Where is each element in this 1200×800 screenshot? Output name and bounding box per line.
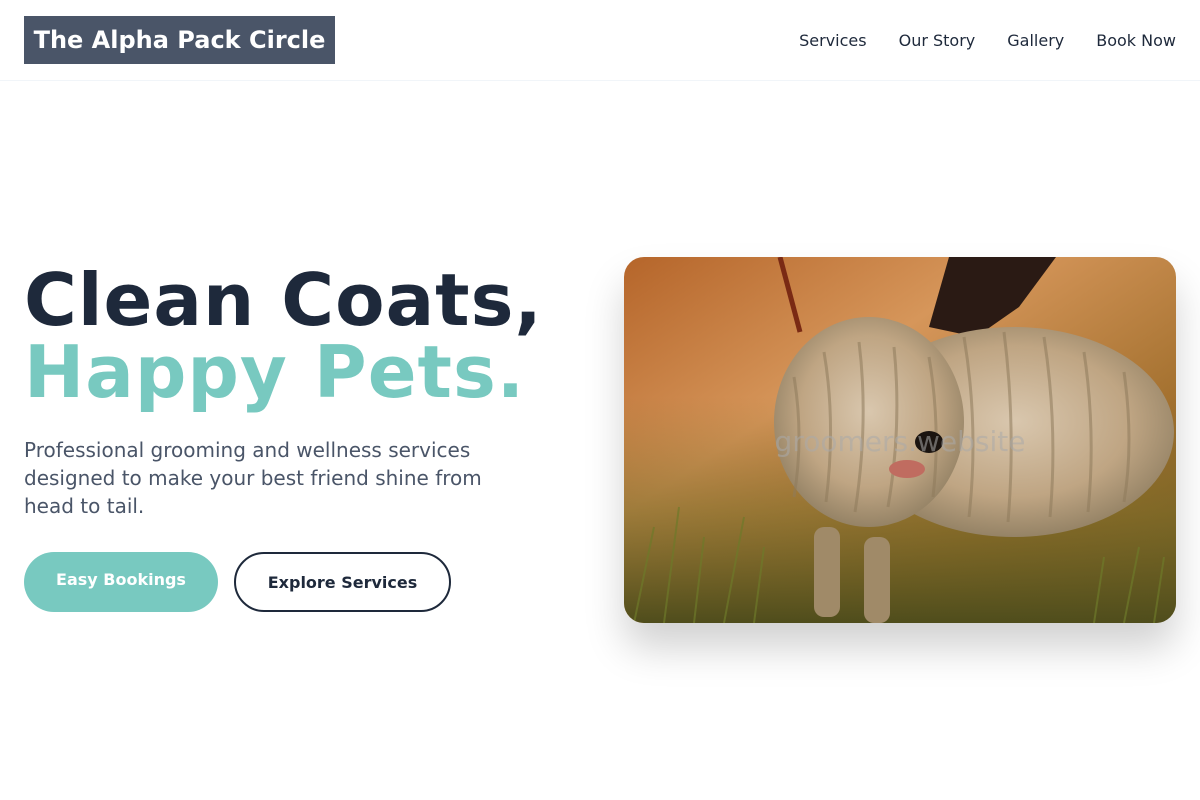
explore-services-button[interactable]: Explore Services	[234, 552, 451, 612]
main-nav: Services Our Story Gallery Book Now	[799, 28, 1176, 52]
site-header: The Alpha Pack Circle Services Our Story…	[0, 0, 1200, 81]
hero-description: Professional grooming and wellness servi…	[24, 438, 482, 518]
nav-item-services[interactable]: Services	[799, 31, 866, 50]
hero-title-line1: Clean Coats,	[24, 258, 543, 342]
easy-bookings-button[interactable]: Easy Bookings	[24, 552, 218, 612]
hero-title-line2: Happy Pets.	[24, 330, 526, 414]
site-logo[interactable]: The Alpha Pack Circle	[24, 16, 335, 64]
hero-title: Clean Coats, Happy Pets.	[24, 264, 584, 408]
image-watermark: groomers.website	[774, 425, 1026, 458]
hero-dog-photo: groomers.website	[624, 257, 1176, 623]
nav-item-book-now[interactable]: Book Now	[1096, 31, 1176, 50]
easy-bookings-label: Easy Bookings	[56, 569, 186, 589]
nav-item-gallery[interactable]: Gallery	[1007, 31, 1064, 50]
nav-item-our-story[interactable]: Our Story	[899, 31, 976, 50]
